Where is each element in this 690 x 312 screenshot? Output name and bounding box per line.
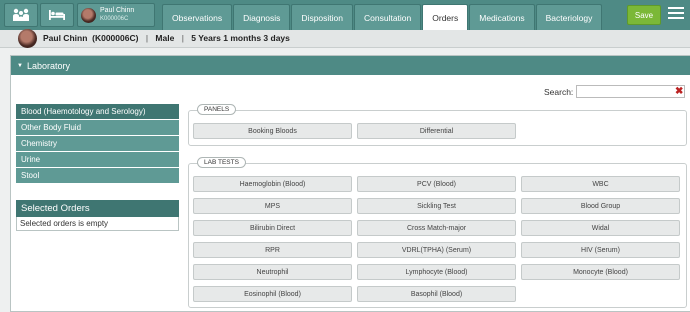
bed-icon xyxy=(48,9,66,21)
test-hiv[interactable]: HIV (Serum) xyxy=(521,242,680,258)
selected-orders-empty: Selected orders is empty xyxy=(16,217,179,231)
patient-banner-age: 5 Years 1 months 3 days xyxy=(191,33,290,43)
test-bilirubin-direct[interactable]: Bilirubin Direct xyxy=(193,220,352,236)
patient-avatar xyxy=(81,7,96,23)
category-list: Blood (Haemotology and Serology) Other B… xyxy=(16,104,179,184)
lab-tests-legend: LAB TESTS xyxy=(197,157,246,168)
test-basophil[interactable]: Basophil (Blood) xyxy=(357,286,516,302)
category-urine[interactable]: Urine xyxy=(16,152,179,168)
test-haemoglobin[interactable]: Haemoglobin (Blood) xyxy=(193,176,352,192)
category-other-body-fluid[interactable]: Other Body Fluid xyxy=(16,120,179,136)
patient-chip-id: K000006C xyxy=(100,16,129,22)
patient-banner-avatar xyxy=(18,29,37,48)
family-icon xyxy=(12,8,30,22)
tab-consultation[interactable]: Consultation xyxy=(354,4,422,30)
test-vdrl[interactable]: VDRL(TPHA) (Serum) xyxy=(357,242,516,258)
search-label: Search: xyxy=(544,87,574,97)
family-button[interactable] xyxy=(4,3,38,27)
search-input[interactable] xyxy=(576,85,685,98)
patient-chip-name: Paul Chinn xyxy=(100,7,135,14)
patient-banner-name: Paul Chinn xyxy=(43,33,88,43)
selected-orders-title: Selected Orders xyxy=(16,200,179,217)
patient-banner-id: (K000006C) xyxy=(92,33,139,43)
test-mps[interactable]: MPS xyxy=(193,198,352,214)
test-monocyte[interactable]: Monocyte (Blood) xyxy=(521,264,680,280)
save-button[interactable]: Save xyxy=(627,5,661,25)
tab-medications[interactable]: Medications xyxy=(469,4,535,30)
test-wbc[interactable]: WBC xyxy=(521,176,680,192)
tab-bar: Observations Diagnosis Disposition Consu… xyxy=(162,4,603,30)
tab-observations[interactable]: Observations xyxy=(162,4,233,30)
laboratory-header[interactable]: ▼ Laboratory xyxy=(11,56,690,75)
tab-diagnosis[interactable]: Diagnosis xyxy=(233,4,291,30)
panels-legend: PANELS xyxy=(197,104,237,115)
test-rpr[interactable]: RPR xyxy=(193,242,352,258)
panel-booking-bloods[interactable]: Booking Bloods xyxy=(193,123,352,139)
test-blood-group[interactable]: Blood Group xyxy=(521,198,680,214)
patient-chip[interactable]: Paul Chinn K000006C xyxy=(77,3,155,27)
category-chemistry[interactable]: Chemistry xyxy=(16,136,179,152)
bed-button[interactable] xyxy=(40,3,74,27)
test-cross-match[interactable]: Cross Match-major xyxy=(357,220,516,236)
panel-differential[interactable]: Differential xyxy=(357,123,516,139)
patient-banner-text: Paul Chinn (K000006C) | Male | 5 Years 1… xyxy=(43,33,290,43)
tab-disposition[interactable]: Disposition xyxy=(291,4,353,30)
patient-banner-gender: Male xyxy=(155,33,175,43)
hamburger-menu-icon[interactable] xyxy=(668,7,684,21)
category-blood[interactable]: Blood (Haemotology and Serology) xyxy=(16,104,179,120)
test-eosinophil[interactable]: Eosinophil (Blood) xyxy=(193,286,352,302)
tab-orders[interactable]: Orders xyxy=(422,4,469,30)
laboratory-title: Laboratory xyxy=(26,60,70,71)
selected-orders: Selected Orders Selected orders is empty xyxy=(16,200,179,231)
category-stool[interactable]: Stool xyxy=(16,168,179,184)
patient-chip-text: Paul Chinn K000006C xyxy=(100,7,134,23)
test-neutrophil[interactable]: Neutrophil xyxy=(193,264,352,280)
tab-bacteriology[interactable]: Bacteriology xyxy=(535,4,603,30)
caret-down-icon: ▼ xyxy=(17,62,23,69)
test-widal[interactable]: Widal xyxy=(521,220,680,236)
clear-search-icon[interactable]: ✖ xyxy=(675,85,683,98)
test-sickling[interactable]: Sickling Test xyxy=(357,198,516,214)
test-pcv[interactable]: PCV (Blood) xyxy=(357,176,516,192)
test-lymphocyte[interactable]: Lymphocyte (Blood) xyxy=(357,264,516,280)
